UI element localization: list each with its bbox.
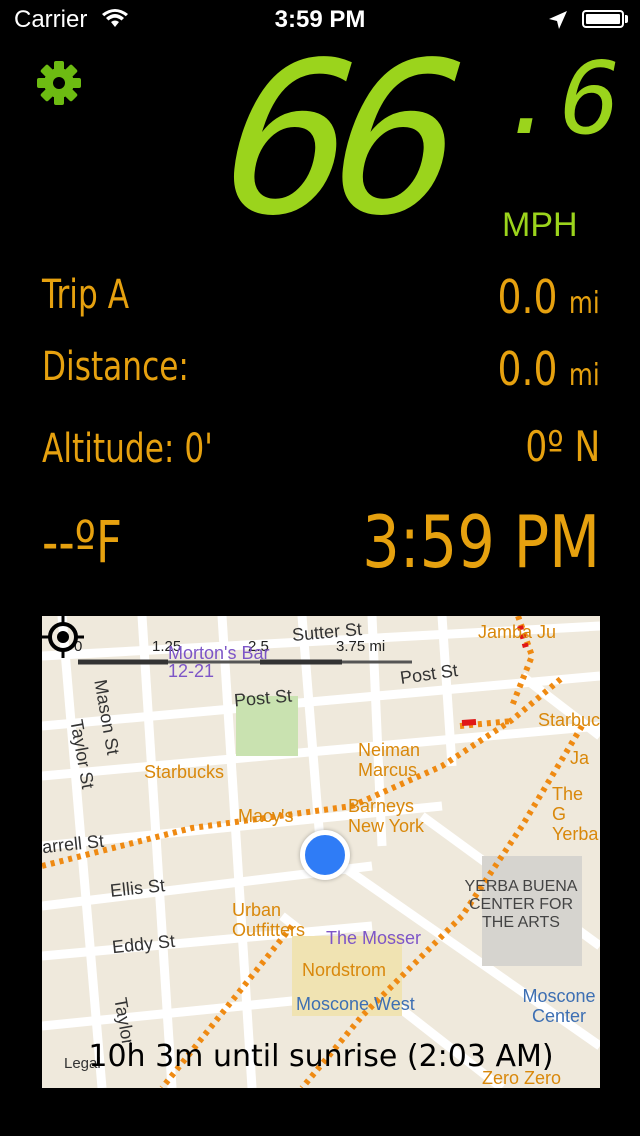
poi-mortons[interactable]: Morton's Bar 12-21 — [168, 644, 278, 680]
distance-value-row: 0.0 mi — [498, 342, 600, 396]
poi-yerba-buena[interactable]: YERBA BUENA CENTER FOR THE ARTS — [456, 878, 586, 932]
clock-value: 3:59 PM — [362, 500, 600, 584]
poi-moscone-center[interactable]: Moscone Center — [518, 986, 600, 1026]
poi-urban[interactable]: Urban Outfitters — [232, 900, 312, 940]
temperature-value: --ºF — [42, 508, 122, 576]
distance-unit: mi — [569, 358, 600, 393]
poi-moscone-west[interactable]: Moscone West — [296, 994, 415, 1015]
trip-unit: mi — [569, 286, 600, 321]
poi-mosser[interactable]: The Mosser — [326, 928, 421, 949]
sunrise-countdown: 10h 3m until sunrise (2:03 AM) — [88, 1039, 554, 1074]
trip-label[interactable]: Trip A — [42, 272, 129, 318]
heading-value: 0º N — [525, 422, 600, 471]
battery-icon — [582, 10, 624, 28]
speed-value: 66 — [215, 17, 458, 262]
poi-jamba[interactable]: Jamba Ju — [478, 622, 556, 643]
location-arrow-icon — [549, 11, 567, 29]
trip-value: 0.0 — [497, 270, 558, 324]
poi-the-g[interactable]: The G Yerba — [552, 784, 600, 844]
current-location-dot — [300, 830, 350, 880]
altitude-label: Altitude: 0' — [42, 426, 213, 472]
poi-starbucks-left[interactable]: Starbucks — [144, 762, 224, 783]
gear-icon[interactable] — [36, 60, 82, 106]
distance-value: 0.0 — [497, 342, 558, 396]
distance-label: Distance: — [42, 344, 189, 390]
poi-barneys[interactable]: Barneys New York — [348, 796, 448, 836]
poi-ja[interactable]: Ja — [570, 748, 589, 769]
poi-neiman[interactable]: Neiman Marcus — [358, 740, 448, 780]
poi-nordstrom[interactable]: Nordstrom — [302, 960, 386, 981]
speed-decimal: .6 — [500, 40, 621, 157]
speed-unit: MPH — [502, 206, 578, 244]
battery-tip — [625, 15, 628, 23]
poi-starbucks-right[interactable]: Starbuc — [538, 710, 600, 731]
map-view[interactable]: 0 1.25 2.5 3.75 mi Sutter St Post St Pos… — [42, 616, 600, 1088]
poi-macys[interactable]: Macy's — [238, 806, 293, 827]
locate-target-icon[interactable] — [42, 616, 84, 658]
trip-value-row[interactable]: 0.0 mi — [498, 270, 600, 324]
